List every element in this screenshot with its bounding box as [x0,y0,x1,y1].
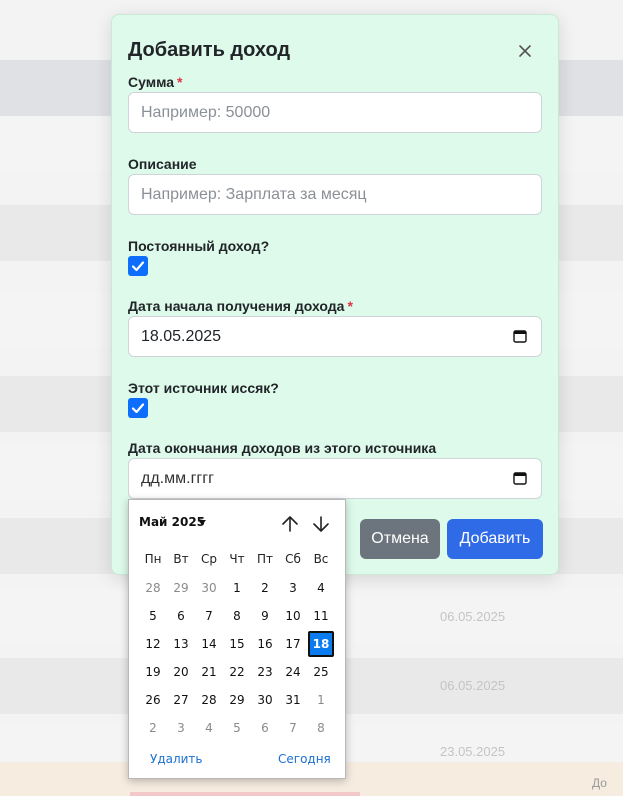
calendar-day[interactable]: 7 [196,603,222,629]
required-mark: * [177,74,183,90]
modal-title: Добавить доход [128,39,291,61]
calendar-day[interactable]: 15 [224,631,250,657]
calendar-day[interactable]: 8 [224,603,250,629]
weekday-header: Чт [229,552,245,566]
arrow-down-icon [313,516,329,532]
caret-down-icon[interactable] [198,520,206,525]
calendar-day[interactable]: 30 [196,575,222,601]
calendar-day[interactable]: 11 [308,603,334,629]
month-year-selector[interactable]: Май 2025 [139,515,205,529]
calendar-day[interactable]: 19 [140,659,166,685]
background-row-date: 06.05.2025 [440,678,506,693]
calendar-day[interactable]: 24 [280,659,306,685]
weekday-header: Вт [173,552,189,566]
previous-month-button[interactable] [280,514,300,534]
date-picker-popup: Май 2025 Пн Вт Ср Чт Пт Сб Вс 28 29 30 1 2 3 4 5 6 7 8 9 10… [128,499,346,779]
description-label: Описание [128,156,197,172]
calendar-day[interactable]: 7 [280,715,306,741]
today-link[interactable]: Сегодня [278,752,331,766]
calendar-day[interactable]: 29 [168,575,194,601]
depleted-label: Этот источник иссяк? [128,380,279,396]
next-month-button[interactable] [311,514,331,534]
calendar-day[interactable]: 3 [168,715,194,741]
background-row-date: 23.05.2025 [440,744,506,759]
calendar-day[interactable]: 2 [252,575,278,601]
calendar-day[interactable]: 16 [252,631,278,657]
calendar-day[interactable]: 8 [308,715,334,741]
calendar-day[interactable]: 5 [224,715,250,741]
calendar-day[interactable]: 1 [308,687,334,713]
calendar-day[interactable]: 5 [140,603,166,629]
background-row-date: 06.05.2025 [440,609,506,624]
calendar-day[interactable]: 27 [168,687,194,713]
background-progress-strip [130,792,360,796]
calendar-day[interactable]: 3 [280,575,306,601]
calendar-day[interactable]: 25 [308,659,334,685]
calendar-day[interactable]: 20 [168,659,194,685]
calendar-day[interactable]: 6 [168,603,194,629]
clear-date-link[interactable]: Удалить [150,752,203,766]
calendar-day[interactable]: 28 [140,575,166,601]
start-date-value: 18.05.2025 [141,328,222,345]
amount-label: Сумма * [128,74,183,90]
calendar-day[interactable]: 21 [196,659,222,685]
weekday-header: Пт [256,552,273,566]
calendar-day[interactable]: 30 [252,687,278,713]
calendar-day[interactable]: 26 [140,687,166,713]
calendar-day[interactable]: 22 [224,659,250,685]
calendar-day[interactable]: 1 [224,575,250,601]
depleted-checkbox[interactable] [128,398,148,418]
end-date-label: Дата окончания доходов из этого источник… [128,440,437,456]
calendar-day[interactable]: 14 [196,631,222,657]
end-date-value: дд.мм.гггг [141,470,214,487]
calendar-day[interactable]: 12 [140,631,166,657]
add-income-modal: Добавить доход Сумма* Описание Постоянны… [111,14,559,575]
calendar-day[interactable]: 9 [252,603,278,629]
weekday-header: Сб [285,552,301,566]
description-input[interactable] [128,174,542,215]
close-icon [519,45,531,57]
calendar-day[interactable]: 10 [280,603,306,629]
calendar-day[interactable]: 13 [168,631,194,657]
add-button[interactable]: Добавить [447,519,543,559]
start-date-input[interactable]: 18.05.2025 [128,316,542,357]
checkmark-icon [131,403,145,414]
amount-input[interactable] [128,92,542,133]
weekday-header: Пн [144,552,162,566]
calendar-day[interactable]: 31 [280,687,306,713]
required-mark: * [347,298,353,314]
arrow-up-icon [282,516,298,532]
calendar-day[interactable]: 4 [308,575,334,601]
calendar-day[interactable]: 29 [224,687,250,713]
weekday-header: Вс [313,552,329,566]
background-footer-text: До [592,776,607,790]
calendar-day[interactable]: 4 [196,715,222,741]
end-date-input[interactable]: дд.мм.гггг [128,458,542,499]
calendar-icon [513,472,527,485]
calendar-day[interactable]: 23 [252,659,278,685]
calendar-day[interactable]: 6 [252,715,278,741]
checkmark-icon [131,261,145,272]
calendar-day-selected[interactable]: 18 [308,631,334,657]
cancel-button[interactable]: Отмена [360,519,440,559]
calendar-day[interactable]: 28 [196,687,222,713]
recurring-checkbox[interactable] [128,256,148,276]
start-date-label: Дата начала получения дохода * [128,298,353,314]
weekday-header: Ср [201,552,217,566]
calendar-icon [513,330,527,343]
recurring-label: Постоянный доход? [128,238,270,254]
calendar-day[interactable]: 17 [280,631,306,657]
calendar-day[interactable]: 2 [140,715,166,741]
close-button[interactable] [515,41,535,61]
